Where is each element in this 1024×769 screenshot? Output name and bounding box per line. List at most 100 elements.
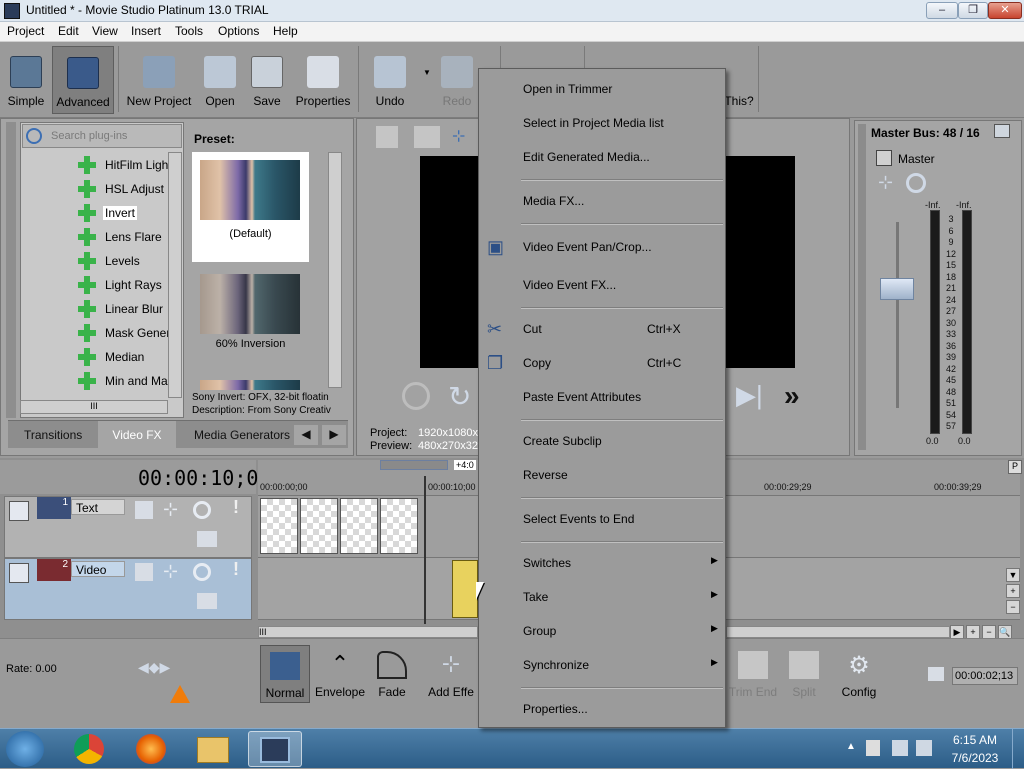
chrome-taskbar-button[interactable] xyxy=(62,731,116,767)
split-preview-icon[interactable]: ⊹ xyxy=(452,126,474,148)
menu-item-open-in-trimmer[interactable]: Open in Trimmer xyxy=(479,77,725,101)
preset-scrollbar[interactable] xyxy=(328,152,342,388)
add-effect-button[interactable]: ⊹ Add Effe xyxy=(426,645,476,703)
text-event-clip[interactable] xyxy=(340,498,378,554)
track-expand-icon[interactable] xyxy=(9,501,29,521)
split-button[interactable]: Split xyxy=(782,645,826,703)
preset-60-inversion[interactable]: 60% Inversion xyxy=(192,266,309,374)
normal-edit-tool-button[interactable]: Normal xyxy=(260,645,310,703)
app-icon[interactable] xyxy=(4,3,20,19)
timeline-hscroll-track[interactable] xyxy=(726,626,950,638)
track-solo-icon[interactable]: ! xyxy=(233,497,239,518)
preview-properties-icon[interactable] xyxy=(376,126,398,148)
text-event-clip[interactable] xyxy=(380,498,418,554)
playhead-cursor[interactable] xyxy=(424,476,426,624)
menu-item-paste-event-attributes[interactable]: Paste Event Attributes xyxy=(479,385,725,409)
track-compositing-icon[interactable] xyxy=(197,531,217,547)
track-motion-icon[interactable] xyxy=(135,563,153,581)
track-header-text[interactable]: 1 Text ⊹ ! xyxy=(4,496,252,558)
tray-expand-icon[interactable]: ▲ xyxy=(846,741,856,752)
loop-icon[interactable]: ↻ xyxy=(448,380,471,413)
menu-options[interactable]: Options xyxy=(218,24,259,38)
menu-item-copy[interactable]: ❐ Copy Ctrl+C xyxy=(479,351,725,375)
movie-studio-taskbar-button[interactable] xyxy=(248,731,302,767)
master-fader-handle[interactable] xyxy=(880,278,914,300)
tab-scroll-left-button[interactable]: ◀ xyxy=(294,425,318,445)
zoom-out-vertical-button[interactable]: − xyxy=(1006,600,1020,614)
menu-item-video-event-fx[interactable]: Video Event FX... xyxy=(479,273,725,297)
trim-end-button[interactable]: Trim End xyxy=(728,645,778,703)
config-button[interactable]: ⚙ Config xyxy=(836,645,882,703)
menu-item-cut[interactable]: ✂ Cut Ctrl+X xyxy=(479,317,725,341)
menu-item-take[interactable]: Take ▶ xyxy=(479,585,725,609)
tab-video-fx[interactable]: Video FX xyxy=(98,421,176,448)
show-desktop-button[interactable] xyxy=(1012,729,1024,769)
menu-item-switches[interactable]: Switches ▶ xyxy=(479,551,725,575)
simple-button[interactable]: Simple xyxy=(4,46,48,114)
zoom-in-vertical-button[interactable]: + xyxy=(1006,584,1020,598)
timeline-hscrollbar[interactable]: III xyxy=(258,626,478,638)
network-icon[interactable] xyxy=(892,740,908,756)
menu-item-create-subclip[interactable]: Create Subclip xyxy=(479,429,725,453)
zoom-out-horizontal-button[interactable]: − xyxy=(982,625,996,639)
track-header-video[interactable]: 2 Video ⊹ ! xyxy=(4,558,252,620)
track-compositing-icon[interactable] xyxy=(197,593,217,609)
fast-forward-icon[interactable]: » xyxy=(784,380,800,412)
master-fx-chain-icon[interactable]: ⊹ xyxy=(878,172,893,193)
menu-item-group[interactable]: Group ▶ xyxy=(479,619,725,643)
menu-item-reverse[interactable]: Reverse xyxy=(479,463,725,487)
menu-insert[interactable]: Insert xyxy=(131,24,161,38)
record-icon[interactable] xyxy=(402,382,430,410)
master-grip[interactable] xyxy=(858,124,866,450)
properties-button[interactable]: Properties xyxy=(292,46,354,114)
menu-item-select-events-to-end[interactable]: Select Events to End xyxy=(479,507,725,531)
menu-item-synchronize[interactable]: Synchronize ▶ xyxy=(479,653,725,677)
plugin-search-input[interactable]: Search plug-ins xyxy=(22,124,182,148)
menu-item-properties[interactable]: Properties... xyxy=(479,697,725,721)
menu-edit[interactable]: Edit xyxy=(58,24,79,38)
marker-flag-icon[interactable]: P xyxy=(1008,460,1022,474)
master-properties-icon[interactable] xyxy=(994,124,1010,138)
menu-item-media-fx[interactable]: Media FX... xyxy=(479,189,725,213)
menu-item-select-in-project-media-list[interactable]: Select in Project Media list xyxy=(479,111,725,135)
close-button[interactable]: ✕ xyxy=(988,2,1022,19)
clock-time[interactable]: 6:15 AM xyxy=(950,733,1000,747)
menu-view[interactable]: View xyxy=(92,24,118,38)
plugin-list-scrollbar[interactable] xyxy=(168,152,182,398)
fade-tool-button[interactable]: Fade xyxy=(370,645,414,703)
firefox-taskbar-button[interactable] xyxy=(124,731,178,767)
preset-default[interactable]: (Default) xyxy=(192,152,309,262)
menu-tools[interactable]: Tools xyxy=(175,24,203,38)
minimize-button[interactable]: – xyxy=(926,2,958,19)
external-monitor-icon[interactable] xyxy=(414,126,440,148)
master-mute-icon[interactable] xyxy=(906,173,926,193)
restore-button[interactable]: ❐ xyxy=(958,2,988,19)
explorer-taskbar-button[interactable] xyxy=(186,731,240,767)
save-button[interactable]: Save xyxy=(246,46,288,114)
rate-slider[interactable]: ◀◆▶ xyxy=(138,659,186,675)
undo-button[interactable]: Undo xyxy=(366,46,414,114)
text-event-clip[interactable] xyxy=(300,498,338,554)
tab-transitions[interactable]: Transitions xyxy=(24,428,82,442)
action-center-icon[interactable] xyxy=(866,740,880,756)
advanced-button[interactable]: Advanced xyxy=(52,46,114,114)
scroll-right-button[interactable]: ▶ xyxy=(950,625,964,639)
text-event-clip[interactable] xyxy=(260,498,298,554)
open-button[interactable]: Open xyxy=(198,46,242,114)
track-expand-icon[interactable] xyxy=(9,563,29,583)
menu-help[interactable]: Help xyxy=(273,24,298,38)
start-button[interactable] xyxy=(6,731,44,767)
video-event-clip[interactable] xyxy=(452,560,478,618)
clock-date[interactable]: 7/6/2023 xyxy=(948,751,1002,765)
scroll-down-button[interactable]: ▼ xyxy=(1006,568,1020,582)
tab-media-generators[interactable]: Media Generators xyxy=(194,428,290,442)
track-name[interactable]: Text xyxy=(71,499,125,515)
new-project-button[interactable]: New Project xyxy=(124,46,194,114)
envelope-tool-button[interactable]: ⌃ Envelope xyxy=(314,645,366,703)
selection-end-time[interactable]: 00:00:02;13 xyxy=(952,667,1018,685)
track-mute-icon[interactable] xyxy=(193,563,211,581)
menu-item-edit-generated-media[interactable]: Edit Generated Media... xyxy=(479,145,725,169)
track-fx-icon[interactable]: ⊹ xyxy=(163,561,178,582)
menu-project[interactable]: Project xyxy=(7,24,44,38)
zoom-in-horizontal-button[interactable]: + xyxy=(966,625,980,639)
